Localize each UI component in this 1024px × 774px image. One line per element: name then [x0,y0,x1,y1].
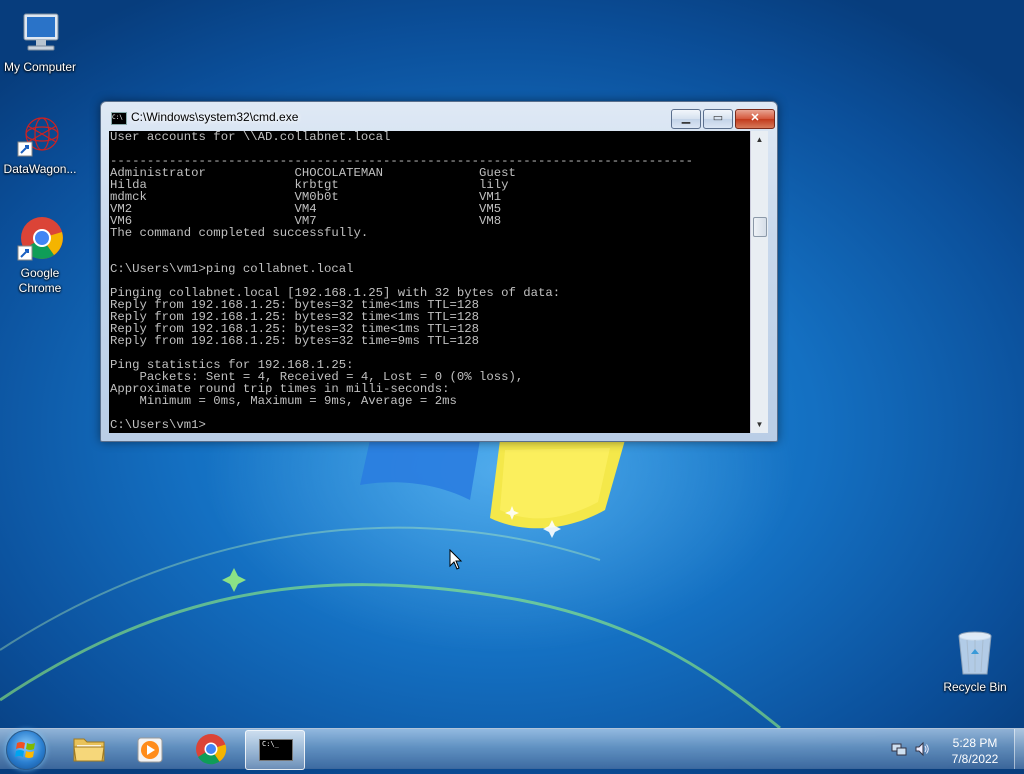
window-titlebar[interactable]: C:\ C:\Windows\system32\cmd.exe ▁ ▭ ✕ [101,102,777,132]
desktop-icon-my-computer[interactable]: My Computer [0,10,80,75]
maximize-button[interactable]: ▭ [703,109,733,129]
clock-time: 5:28 PM [952,736,998,750]
chrome-icon [196,734,227,765]
console-output[interactable]: User accounts for \\AD.collabnet.local -… [109,131,750,433]
maximize-icon: ▭ [712,112,724,124]
close-button[interactable]: ✕ [735,109,775,129]
desktop-icon-label: Google Chrome [18,266,62,295]
scroll-down-arrow-icon[interactable]: ▼ [751,416,768,433]
start-button[interactable] [6,730,46,770]
datawagon-icon [16,112,64,160]
clock-date: 7/8/2022 [951,752,999,766]
scroll-up-arrow-icon[interactable]: ▲ [751,131,768,148]
cmd-icon: C:\ [111,112,127,125]
cmd-icon: C:\_ [259,739,293,761]
desktop-icon-google-chrome[interactable]: Google Chrome [0,216,80,296]
desktop-icon-label: My Computer [3,60,77,74]
show-desktop-button[interactable] [1014,729,1024,769]
windows-logo-icon [15,742,35,758]
minimize-icon: ▁ [681,112,691,124]
clock[interactable]: 5:28 PM 7/8/2022 [940,735,1010,767]
volume-icon[interactable] [914,741,930,757]
cmd-window[interactable]: C:\ C:\Windows\system32\cmd.exe ▁ ▭ ✕ Us… [100,101,778,442]
console-text: User accounts for \\AD.collabnet.local -… [110,131,693,432]
taskbar-chrome[interactable] [182,730,240,768]
close-icon: ✕ [750,112,760,124]
vertical-scrollbar[interactable]: ▲ ▼ [750,131,768,433]
taskbar-media-player[interactable] [121,730,179,768]
taskbar-cmd[interactable]: C:\_ [245,730,305,770]
desktop-icon-label: DataWagon... [3,162,77,176]
desktop-icon-datawagon[interactable]: DataWagon... [0,112,80,177]
taskbar-file-explorer[interactable] [60,730,118,768]
taskbar: C:\_ 5:28 PM 7/8/2022 [0,728,1024,770]
file-explorer-icon [73,738,105,762]
computer-icon [16,10,64,58]
cmd-icon-glyph: C:\_ [262,740,279,748]
media-player-icon [137,737,163,763]
network-icon[interactable] [891,741,907,757]
recycle-bin-icon [951,630,999,678]
window-title: C:\Windows\system32\cmd.exe [131,110,299,124]
minimize-button[interactable]: ▁ [671,109,701,129]
chrome-icon [16,216,64,264]
windows-logo-wallpaper [360,440,625,529]
scrollbar-thumb[interactable] [753,217,767,237]
mouse-cursor-icon [449,549,463,570]
desktop-icon-recycle-bin[interactable]: Recycle Bin [935,630,1015,695]
desktop-icon-label: Recycle Bin [943,680,1007,694]
